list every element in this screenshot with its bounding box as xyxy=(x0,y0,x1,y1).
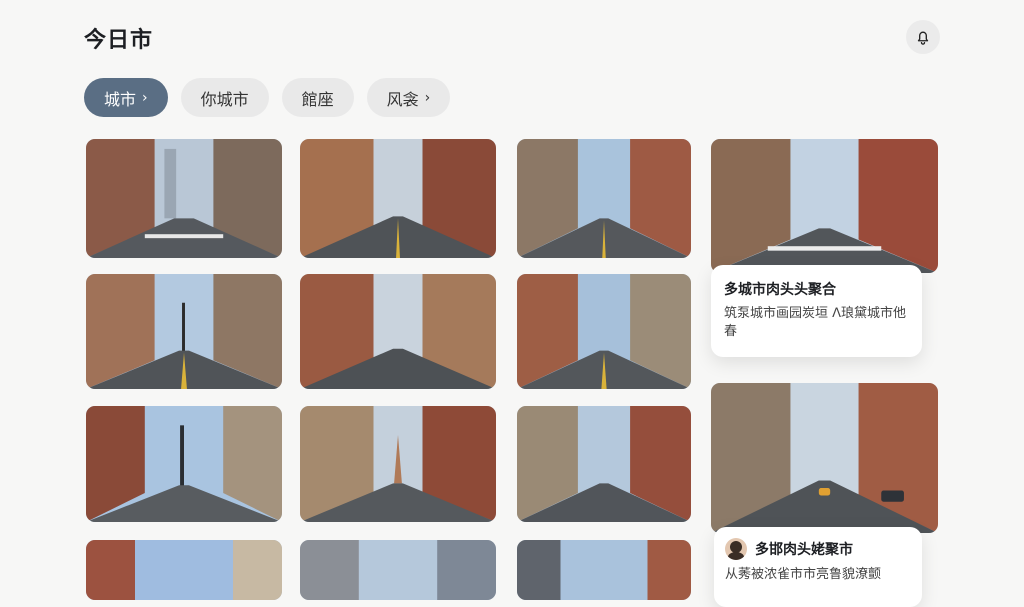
city-photo[interactable] xyxy=(86,540,282,600)
city-photo[interactable] xyxy=(517,406,691,522)
card-title: 多城市肉头头聚合 xyxy=(724,282,836,298)
city-photo[interactable] xyxy=(517,139,691,258)
street-photo xyxy=(86,406,282,522)
info-card[interactable]: 多城市肉头头聚合 筑泵城市画园炭垣 ᐱ琅黛城市他春 xyxy=(711,265,922,357)
street-photo xyxy=(517,274,691,389)
street-photo xyxy=(517,540,691,600)
info-card[interactable]: 多邯肉头姥聚市 从莠被浓雀市市亮鲁貌潦颤 xyxy=(714,527,922,607)
city-photo[interactable] xyxy=(86,406,282,522)
street-photo xyxy=(86,274,282,389)
city-photo[interactable] xyxy=(300,406,496,522)
card-description: 从莠被浓雀市市亮鲁貌潦颤 xyxy=(725,567,882,582)
street-photo xyxy=(86,139,282,258)
street-photo xyxy=(517,139,691,258)
street-photo xyxy=(300,540,496,600)
app: 今日市 城市 › 你城市 館座 风衾 › 多城市肉头头聚合 筑泵城市画园炭垣 ᐱ… xyxy=(0,0,1024,607)
street-photo xyxy=(300,274,496,389)
city-photo[interactable] xyxy=(300,540,496,600)
city-photo[interactable] xyxy=(300,139,496,258)
city-photo[interactable] xyxy=(517,274,691,389)
card-title: 多邯肉头姥聚市 xyxy=(755,542,853,558)
city-photo[interactable] xyxy=(517,540,691,600)
street-photo xyxy=(300,139,496,258)
city-photo[interactable] xyxy=(300,274,496,389)
card-header: 多邯肉头姥聚市 xyxy=(725,538,911,560)
city-photo[interactable] xyxy=(86,139,282,258)
avatar xyxy=(725,538,747,560)
street-photo xyxy=(86,540,282,600)
city-photo[interactable] xyxy=(86,274,282,389)
city-photo[interactable] xyxy=(711,139,938,273)
street-photo xyxy=(711,139,938,273)
street-photo xyxy=(517,406,691,522)
card-description: 筑泵城市画园炭垣 ᐱ琅黛城市他春 xyxy=(724,306,907,339)
street-photo xyxy=(711,383,938,533)
street-photo xyxy=(300,406,496,522)
city-photo[interactable] xyxy=(711,383,938,533)
